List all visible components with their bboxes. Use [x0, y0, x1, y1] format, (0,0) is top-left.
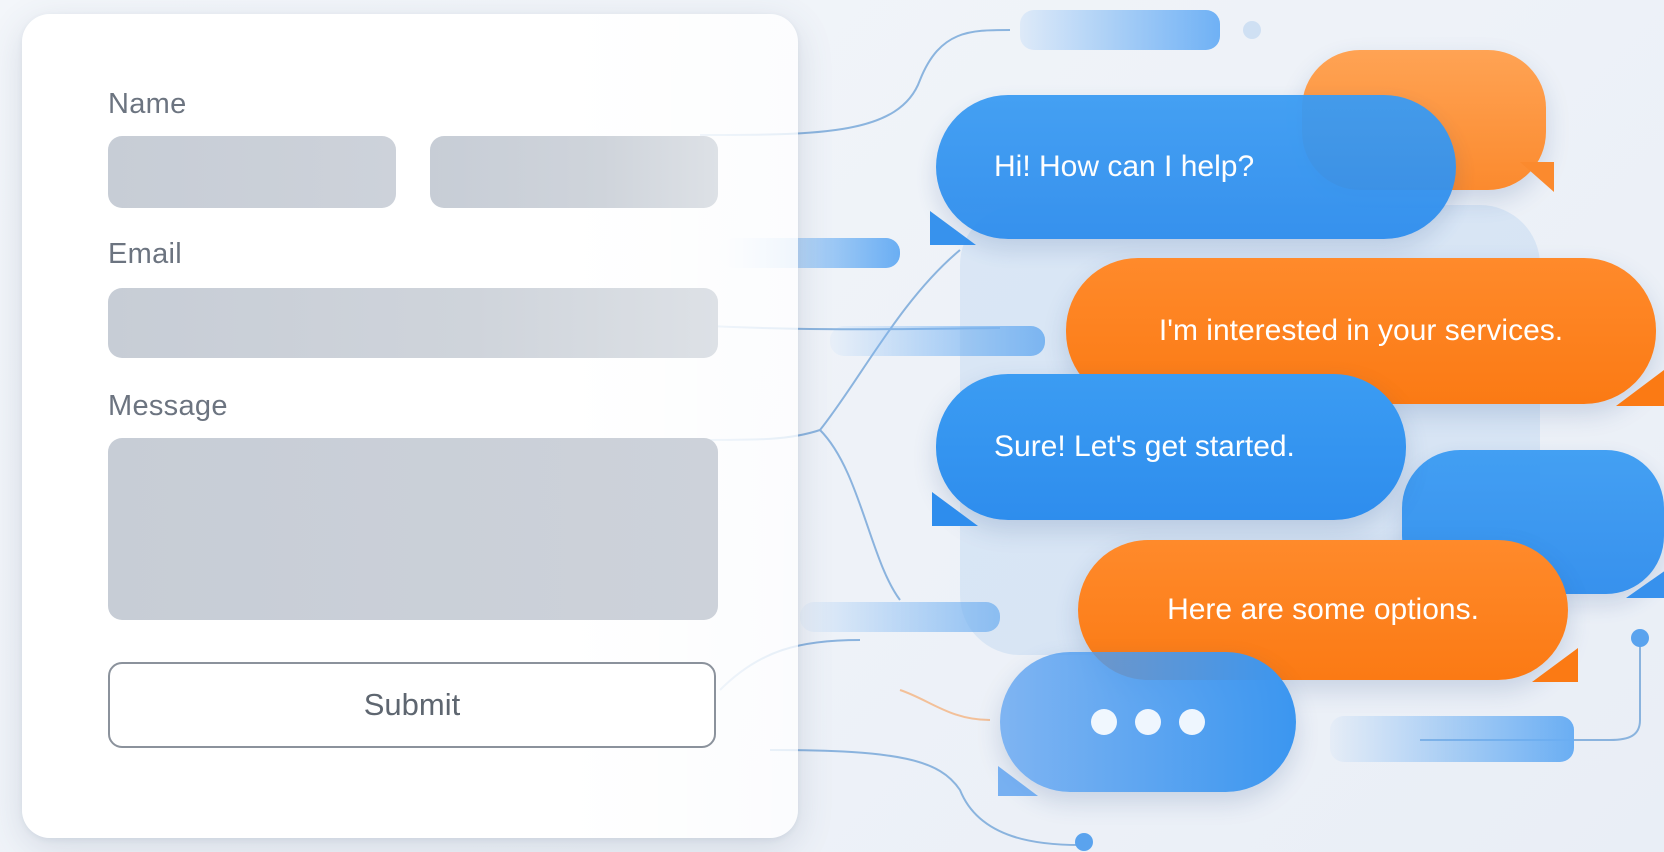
chat-bubble-bot-1: Hi! How can I help?: [930, 95, 1456, 245]
bubble-tail: [1532, 648, 1578, 682]
chat-message-text: Sure! Let's get started.: [994, 430, 1295, 463]
submit-button[interactable]: Submit: [108, 662, 716, 748]
typing-dot: [1135, 709, 1161, 735]
typing-dot: [1179, 709, 1205, 735]
message-textarea[interactable]: [108, 438, 718, 620]
bubble-tail: [1616, 370, 1664, 406]
email-label: Email: [108, 238, 183, 270]
bubble-tail: [998, 766, 1038, 796]
last-name-field[interactable]: [430, 136, 718, 208]
chat-message-text: Here are some options.: [1167, 593, 1479, 626]
chat-message-text: Hi! How can I help?: [994, 150, 1255, 183]
chat-bubble-bot-2: Sure! Let's get started.: [932, 374, 1406, 526]
bubble-tail: [932, 492, 978, 526]
three-dots-icon: [1082, 709, 1214, 735]
message-label: Message: [108, 390, 228, 422]
typing-indicator-bubble: [998, 652, 1296, 796]
decor-bar-top: [1020, 10, 1220, 50]
decor-bar-bottom-right: [1330, 716, 1574, 762]
bubble-tail: [1626, 570, 1664, 598]
bubble-tail: [930, 211, 976, 245]
illustration-stage: Name Email Message Submit Hi! How can I …: [0, 0, 1664, 852]
name-label: Name: [108, 88, 187, 120]
email-field[interactable]: [108, 288, 718, 358]
typing-dot: [1091, 709, 1117, 735]
chat-message-text: I'm interested in your services.: [1158, 314, 1564, 347]
first-name-field[interactable]: [108, 136, 396, 208]
bubble-tail: [1520, 162, 1554, 192]
